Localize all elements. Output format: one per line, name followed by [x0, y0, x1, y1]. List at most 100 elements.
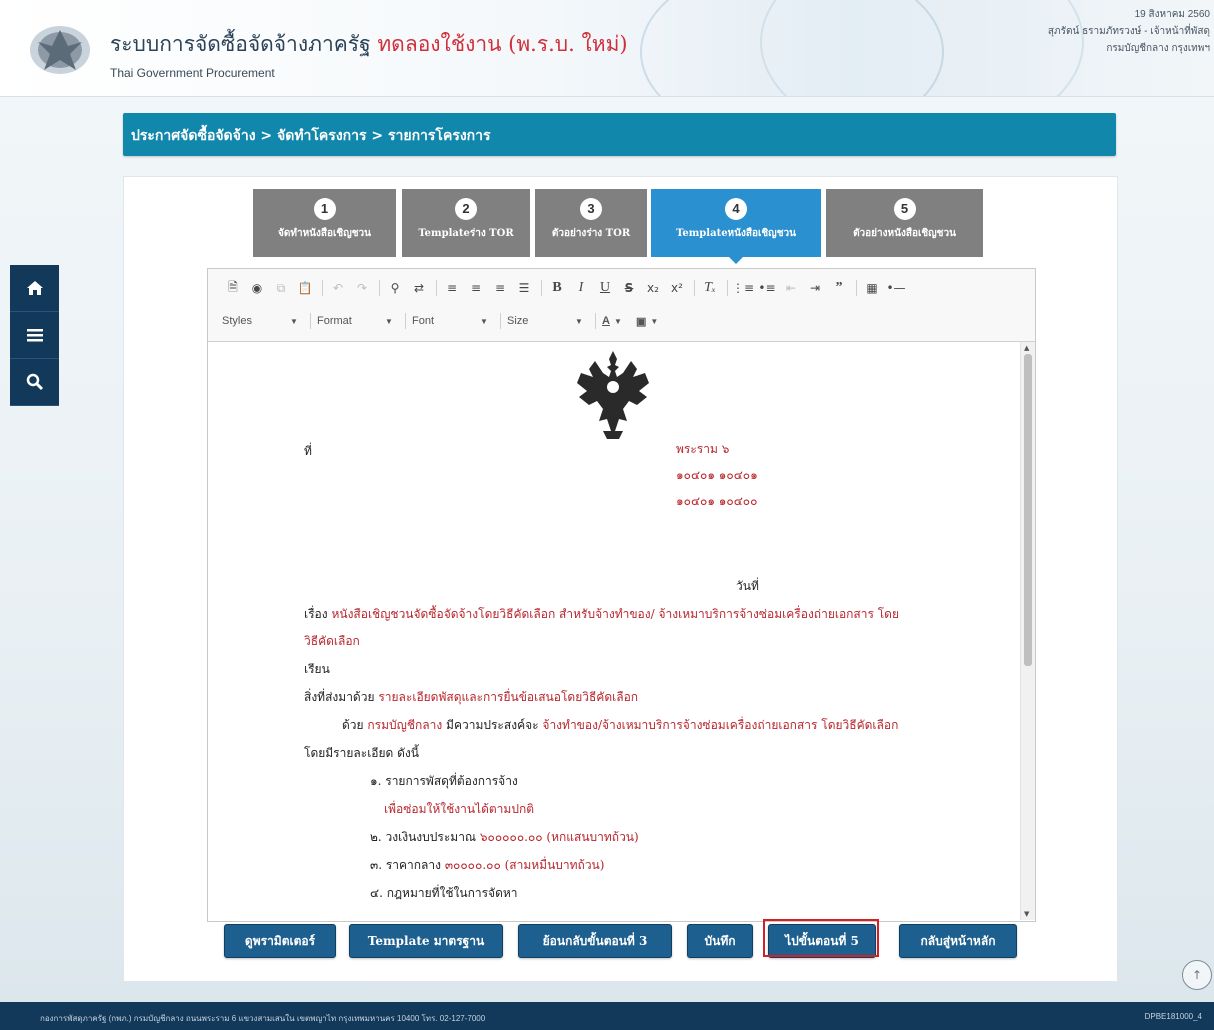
- remove-format-icon[interactable]: Tₓ: [699, 277, 721, 299]
- background-color-button[interactable]: ▣ ▼: [636, 311, 664, 331]
- step-1[interactable]: 1 จัดทำหนังสือเชิญชวน: [253, 189, 396, 257]
- subscript-icon[interactable]: x₂: [642, 277, 664, 299]
- chevron-down-icon: ▼: [575, 316, 583, 326]
- bold-icon[interactable]: B: [546, 277, 568, 299]
- align-left-icon[interactable]: ≡: [441, 277, 463, 299]
- address-line-1: พระราม ๖: [676, 442, 730, 456]
- subject-line: เรื่อง หนังสือเชิญชวนจัดซื้อจัดจ้างโดยวิ…: [304, 607, 900, 621]
- step-number: 5: [893, 198, 916, 220]
- address-line-2: ๑๐๔๐๑ ๑๐๔๐๑: [676, 468, 758, 482]
- step-label: ตัวอย่างหนังสือเชิญชวน: [853, 228, 956, 239]
- preview-button[interactable]: ดูพรามิตเตอร์: [224, 924, 336, 958]
- text-color-button[interactable]: A ▼: [602, 311, 628, 331]
- menu-icon: [26, 329, 43, 342]
- home-button[interactable]: [10, 265, 59, 312]
- align-center-icon[interactable]: ≡: [465, 277, 487, 299]
- toolbar-divider: [694, 280, 695, 296]
- date-label: วันที่: [736, 579, 759, 593]
- rich-text-editor: 🗎 ◉ ⧉ 📋 ↶ ↷ ⚲ ⇄ ≡ ≡ ≡ ☰ B I U S x₂ x² Tₓ…: [207, 268, 1036, 922]
- step-4[interactable]: 4 Templateหนังสือเชิญชวน: [651, 189, 821, 264]
- chevron-down-icon: ▼: [613, 316, 622, 326]
- find-icon[interactable]: ⚲: [384, 277, 406, 299]
- preview-icon[interactable]: ◉: [246, 277, 268, 299]
- chevron-down-icon: ▼: [290, 316, 298, 326]
- size-dropdown[interactable]: Size ▼: [507, 311, 589, 331]
- subject-line-2: วิธีคัดเลือก: [304, 634, 360, 648]
- blockquote-icon[interactable]: ”: [828, 277, 850, 299]
- toolbar-divider: [405, 313, 406, 329]
- search-button[interactable]: [10, 359, 59, 406]
- step-label: ตัวอย่างร่าง TOR: [551, 228, 631, 239]
- item-1-text: เพื่อซ่อมให้ใช้งานได้ตามปกติ: [384, 802, 534, 816]
- home-icon: [26, 281, 43, 295]
- template-button[interactable]: Template มาตรฐาน: [349, 924, 503, 958]
- editor-document[interactable]: ที่ พระราม ๖ ๑๐๔๐๑ ๑๐๔๐๑ ๑๐๔๐๑ ๑๐๔๐๐ วัน…: [208, 342, 1035, 920]
- align-justify-icon[interactable]: ☰: [513, 277, 535, 299]
- scroll-thumb[interactable]: [1024, 354, 1032, 666]
- source-icon[interactable]: 🗎: [222, 277, 244, 299]
- replace-icon[interactable]: ⇄: [408, 277, 430, 299]
- system-title: ระบบการจัดซื้อจัดจ้างภาครัฐ ทดลองใช้งาน …: [110, 32, 628, 56]
- user-name: สุภรัตน์ ธรามภัทรวงษ์ - เจ้าหน้าที่พัสดุ: [1047, 26, 1210, 37]
- ref-label: ที่: [304, 444, 312, 458]
- toolbar-divider: [322, 280, 323, 296]
- step-5[interactable]: 5 ตัวอย่างหนังสือเชิญชวน: [826, 189, 983, 257]
- format-dropdown[interactable]: Format ▼: [317, 311, 399, 331]
- home-page-button[interactable]: กลับสู่หน้าหลัก: [899, 924, 1017, 958]
- toolbar-divider: [541, 280, 542, 296]
- save-button[interactable]: บันทึก: [687, 924, 753, 958]
- step-number: 4: [725, 198, 747, 220]
- toolbar-divider: [856, 280, 857, 296]
- step-2[interactable]: 2 Templateร่าง TOR: [402, 189, 530, 257]
- toolbar-divider: [595, 313, 596, 329]
- item-3: ๓. ราคากลาง ๓๐๐๐๐.๐๐ (สามหมื่นบาทถ้วน): [370, 858, 605, 872]
- body-line-1: ด้วย กรมบัญชีกลาง มีความประสงค์จะ จ้างทำ…: [342, 718, 899, 732]
- strike-icon[interactable]: S: [618, 277, 640, 299]
- garuda-emblem-icon: [577, 351, 649, 439]
- user-info: 19 สิงหาคม 2560 สุภรัตน์ ธรามภัทรวงษ์ - …: [1048, 6, 1210, 57]
- editor-toolbar: 🗎 ◉ ⧉ 📋 ↶ ↷ ⚲ ⇄ ≡ ≡ ≡ ☰ B I U S x₂ x² Tₓ…: [208, 269, 1035, 342]
- chevron-down-icon: ▼: [385, 316, 393, 326]
- back-step-button[interactable]: ย้อนกลับขั้นตอนที่ 3: [518, 924, 672, 958]
- header-decoration: [760, 0, 1084, 96]
- styles-dropdown[interactable]: Styles ▼: [222, 311, 304, 331]
- table-icon[interactable]: ▦: [861, 277, 883, 299]
- toolbar-divider: [500, 313, 501, 329]
- step-label: Templateหนังสือเชิญชวน: [676, 228, 796, 239]
- numbered-list-icon[interactable]: ⋮≡: [732, 277, 754, 299]
- italic-icon[interactable]: I: [570, 277, 592, 299]
- bullet-list-icon[interactable]: •≡: [756, 277, 778, 299]
- user-org: กรมบัญชีกลาง กรุงเทพฯ: [1106, 43, 1210, 54]
- undo-icon[interactable]: ↶: [327, 277, 349, 299]
- toolbar-divider: [436, 280, 437, 296]
- breadcrumb-text: ประกาศจัดซื้อจัดจ้าง > จัดทำโครงการ > รา…: [131, 128, 491, 144]
- paste-icon[interactable]: 📋: [294, 277, 316, 299]
- menu-button[interactable]: [10, 312, 59, 359]
- attachment-line: สิ่งที่ส่งมาด้วย รายละเอียดพัสดุและการยื…: [304, 690, 639, 704]
- footer-code: DPBE181000_4: [1144, 1012, 1202, 1021]
- copy-icon[interactable]: ⧉: [270, 277, 292, 299]
- superscript-icon[interactable]: x²: [666, 277, 688, 299]
- quick-nav: [10, 265, 59, 406]
- horizontal-line-icon[interactable]: •—: [885, 277, 907, 299]
- to-label: เรียน: [304, 662, 330, 676]
- toolbar-divider: [310, 313, 311, 329]
- redo-icon[interactable]: ↷: [351, 277, 373, 299]
- step-number: 2: [455, 198, 477, 220]
- footer: กองการพัสดุภาครัฐ (กพภ.) กรมบัญชีกลาง ถน…: [0, 1002, 1214, 1030]
- search-icon: [26, 373, 43, 391]
- outdent-icon[interactable]: ⇤: [780, 277, 802, 299]
- footer-address: กองการพัสดุภาครัฐ (กพภ.) กรมบัญชีกลาง ถน…: [40, 1014, 486, 1023]
- align-right-icon[interactable]: ≡: [489, 277, 511, 299]
- step-number: 1: [313, 198, 336, 220]
- step-3[interactable]: 3 ตัวอย่างร่าง TOR: [535, 189, 647, 257]
- editor-scrollbar[interactable]: ▲ ▼: [1020, 342, 1035, 920]
- underline-icon[interactable]: U: [594, 277, 616, 299]
- scroll-up-icon[interactable]: ▲: [1024, 344, 1029, 352]
- font-dropdown[interactable]: Font ▼: [412, 311, 494, 331]
- item-2: ๒. วงเงินงบประมาณ ๖๐๐๐๐๐.๐๐ (หกแสนบาทถ้ว…: [370, 830, 639, 844]
- body-line-2: โดยมีรายละเอียด ดังนี้: [304, 746, 419, 760]
- scroll-top-icon[interactable]: ↑: [1182, 960, 1212, 990]
- scroll-down-icon[interactable]: ▼: [1024, 910, 1029, 918]
- indent-icon[interactable]: ⇥: [804, 277, 826, 299]
